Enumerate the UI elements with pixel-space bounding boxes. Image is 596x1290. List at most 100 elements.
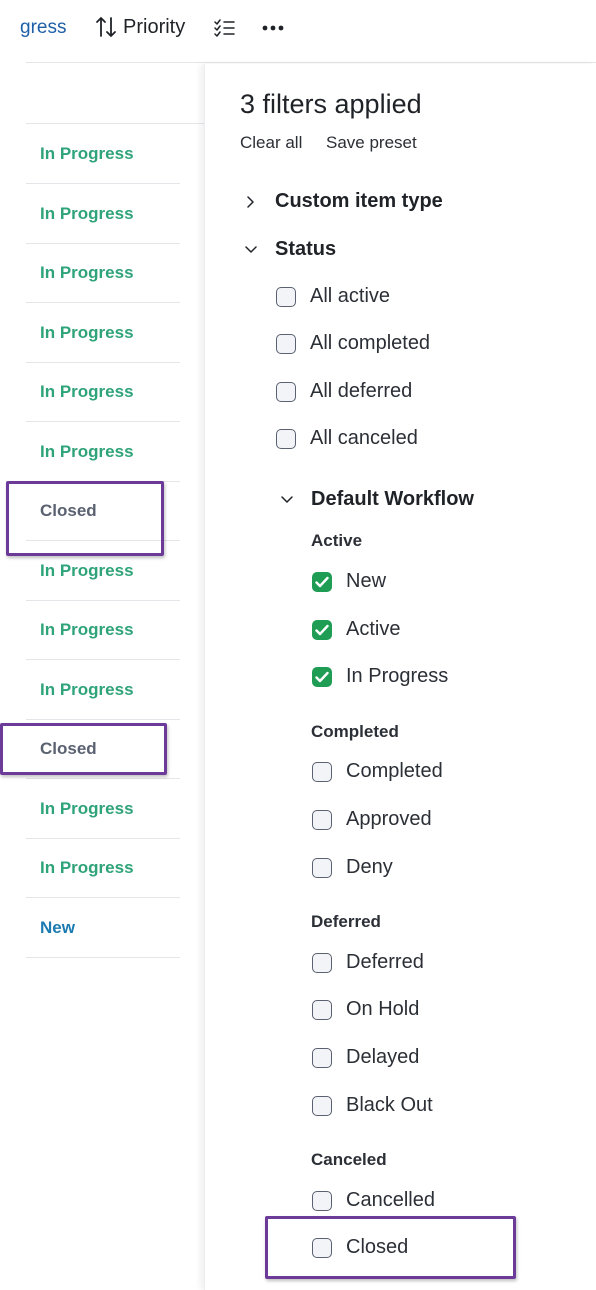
group-label-deferred: Deferred (311, 912, 381, 931)
checkbox-label: All active (310, 285, 391, 307)
status-all-option[interactable]: All canceled (276, 427, 418, 450)
workflow-status-option[interactable]: Deferred (312, 951, 424, 974)
checkbox-label: In Progress (346, 665, 449, 687)
status-all-option[interactable]: All deferred (276, 380, 412, 403)
checkbox[interactable] (312, 1047, 332, 1068)
checkbox-label: On Hold (346, 998, 420, 1020)
chevron-right-icon (247, 195, 254, 208)
list-item[interactable]: In Progress (26, 243, 180, 303)
workflow-status-option[interactable]: Cancelled (312, 1189, 435, 1212)
custom-item-type-label: Custom item type (275, 190, 443, 212)
highlight-box-closed-2 (0, 723, 167, 775)
more-icon (262, 25, 284, 31)
clear-all-button[interactable]: Clear all (240, 133, 302, 153)
workflow-status-option[interactable]: Black Out (312, 1094, 433, 1117)
toolbar-divider (26, 62, 596, 63)
checkbox-label: Completed (346, 760, 443, 782)
workflow-status-option[interactable]: On Hold (312, 998, 419, 1021)
status-section[interactable]: Status (243, 238, 336, 261)
default-workflow-section[interactable]: Default Workflow (279, 488, 474, 511)
checkbox-checked[interactable] (312, 619, 332, 640)
list-item[interactable]: In Progress (26, 303, 180, 363)
sort-arrows-icon (96, 17, 116, 37)
checkbox-label: Delayed (346, 1046, 420, 1068)
save-preset-button[interactable]: Save preset (326, 133, 417, 153)
status-text: In Progress (40, 323, 134, 342)
checkbox[interactable] (276, 286, 296, 307)
status-text: In Progress (40, 858, 134, 877)
list-item[interactable]: In Progress (26, 124, 180, 184)
checkbox[interactable] (312, 809, 332, 830)
progress-filter-chip[interactable]: gress (20, 17, 66, 39)
checkbox-label: All deferred (310, 380, 413, 402)
status-all-option[interactable]: All completed (276, 332, 430, 355)
checkbox[interactable] (312, 999, 332, 1020)
status-text: In Progress (40, 144, 134, 163)
status-text: In Progress (40, 442, 134, 461)
priority-label: Priority (123, 15, 186, 38)
checkbox-label: Cancelled (346, 1189, 435, 1211)
checkbox[interactable] (312, 1190, 332, 1211)
checkbox-label: Approved (346, 808, 432, 830)
status-text: In Progress (40, 561, 134, 580)
list-item[interactable]: In Progress (26, 422, 180, 482)
checkbox-label: Black Out (346, 1094, 433, 1116)
list-item[interactable]: In Progress (26, 660, 180, 720)
checkmark-icon (315, 576, 329, 587)
checkbox-checked[interactable] (312, 666, 332, 687)
checkbox[interactable] (312, 761, 332, 782)
checklist-button[interactable] (214, 18, 236, 43)
checkbox-checked[interactable] (312, 571, 332, 592)
checkmark-icon (315, 671, 329, 682)
priority-sort-button[interactable]: Priority (95, 15, 185, 39)
list-item[interactable]: New (26, 898, 180, 958)
list-item[interactable]: In Progress (26, 362, 180, 422)
workflow-status-option[interactable]: Approved (312, 808, 432, 831)
status-text: In Progress (40, 263, 134, 282)
status-text: In Progress (40, 620, 134, 639)
workflow-status-option[interactable]: Completed (312, 760, 443, 783)
chevron-down-icon (245, 245, 257, 253)
list-item[interactable]: In Progress (26, 779, 180, 839)
group-label-active: Active (311, 531, 363, 550)
group-label-completed: Completed (311, 722, 399, 741)
checkbox-label: Deny (346, 856, 393, 878)
filters-title: 3 filters applied (240, 89, 422, 119)
checkbox-label: Deferred (346, 951, 424, 973)
group-label-canceled: Canceled (311, 1150, 387, 1169)
workflow-status-option[interactable]: Deny (312, 856, 393, 879)
default-workflow-label: Default Workflow (311, 488, 474, 510)
workflow-status-option[interactable]: Active (312, 618, 400, 641)
highlight-box-closed-filter (265, 1216, 516, 1279)
checkbox-label: Active (346, 618, 401, 640)
status-text: New (40, 918, 75, 937)
checkbox-label: New (346, 570, 387, 592)
checkbox-label: All completed (310, 332, 431, 354)
status-label: Status (275, 238, 337, 260)
workflow-status-option[interactable]: Delayed (312, 1046, 419, 1069)
list-item[interactable]: In Progress (26, 838, 180, 898)
status-text: In Progress (40, 799, 134, 818)
checklist-icon (214, 19, 235, 37)
more-button[interactable] (262, 18, 284, 43)
checkbox[interactable] (276, 428, 296, 449)
checkbox[interactable] (276, 333, 296, 354)
status-all-option[interactable]: All active (276, 285, 390, 308)
list-item[interactable]: In Progress (26, 184, 180, 244)
workflow-status-option[interactable]: In Progress (312, 665, 448, 688)
checkmark-icon (315, 624, 329, 635)
status-text: In Progress (40, 204, 134, 223)
checkbox[interactable] (312, 857, 332, 878)
highlight-box-closed-1 (6, 481, 164, 556)
list-item[interactable]: In Progress (26, 600, 180, 660)
status-text: In Progress (40, 680, 134, 699)
checkbox[interactable] (276, 381, 296, 402)
checkbox[interactable] (312, 952, 332, 973)
checkbox-label: All canceled (310, 427, 418, 449)
workflow-status-option[interactable]: New (312, 570, 386, 593)
chevron-down-icon (281, 495, 293, 503)
custom-item-type-section[interactable]: Custom item type (243, 190, 443, 213)
status-text: In Progress (40, 382, 134, 401)
checkbox[interactable] (312, 1095, 332, 1116)
toolbar: gress Priority (0, 0, 596, 62)
